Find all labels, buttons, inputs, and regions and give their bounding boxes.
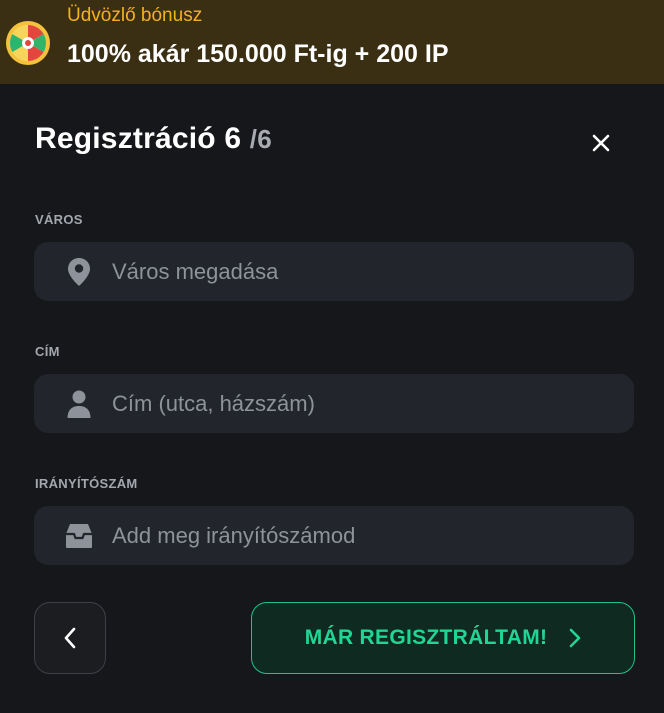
step-total: /6 bbox=[249, 124, 272, 154]
close-button[interactable] bbox=[584, 126, 618, 160]
page-title: Regisztráció 6 /6 bbox=[35, 122, 272, 156]
postal-code-input[interactable] bbox=[112, 522, 634, 549]
map-pin-icon bbox=[64, 257, 94, 287]
inbox-icon bbox=[64, 521, 94, 551]
bonus-offer: 100% akár 150.000 Ft-ig + 200 IP bbox=[67, 40, 449, 68]
address-field[interactable] bbox=[34, 374, 634, 433]
chevron-left-icon bbox=[64, 627, 76, 649]
address-label: CÍM bbox=[35, 344, 60, 359]
city-input[interactable] bbox=[112, 258, 634, 285]
postal-code-label: IRÁNYÍTÓSZÁM bbox=[35, 476, 138, 491]
already-registered-button[interactable]: MÁR REGISZTRÁLTAM! bbox=[251, 602, 635, 674]
close-icon bbox=[592, 134, 610, 152]
city-label: VÁROS bbox=[35, 212, 83, 227]
bonus-banner[interactable]: Üdvözlő bónusz 100% akár 150.000 Ft-ig +… bbox=[0, 0, 664, 84]
prize-wheel-icon bbox=[6, 21, 50, 65]
step-title: Regisztráció 6 bbox=[35, 122, 242, 155]
bonus-title: Üdvözlő bónusz bbox=[67, 5, 203, 26]
address-input[interactable] bbox=[112, 390, 634, 417]
already-registered-label: MÁR REGISZTRÁLTAM! bbox=[304, 626, 548, 649]
postal-code-field[interactable] bbox=[34, 506, 634, 565]
city-field[interactable] bbox=[34, 242, 634, 301]
back-button[interactable] bbox=[34, 602, 106, 674]
person-icon bbox=[64, 389, 94, 419]
registration-panel: Regisztráció 6 /6 VÁROS CÍM IRÁNYÍTÓSZÁM bbox=[0, 84, 664, 713]
chevron-right-icon bbox=[569, 628, 581, 648]
